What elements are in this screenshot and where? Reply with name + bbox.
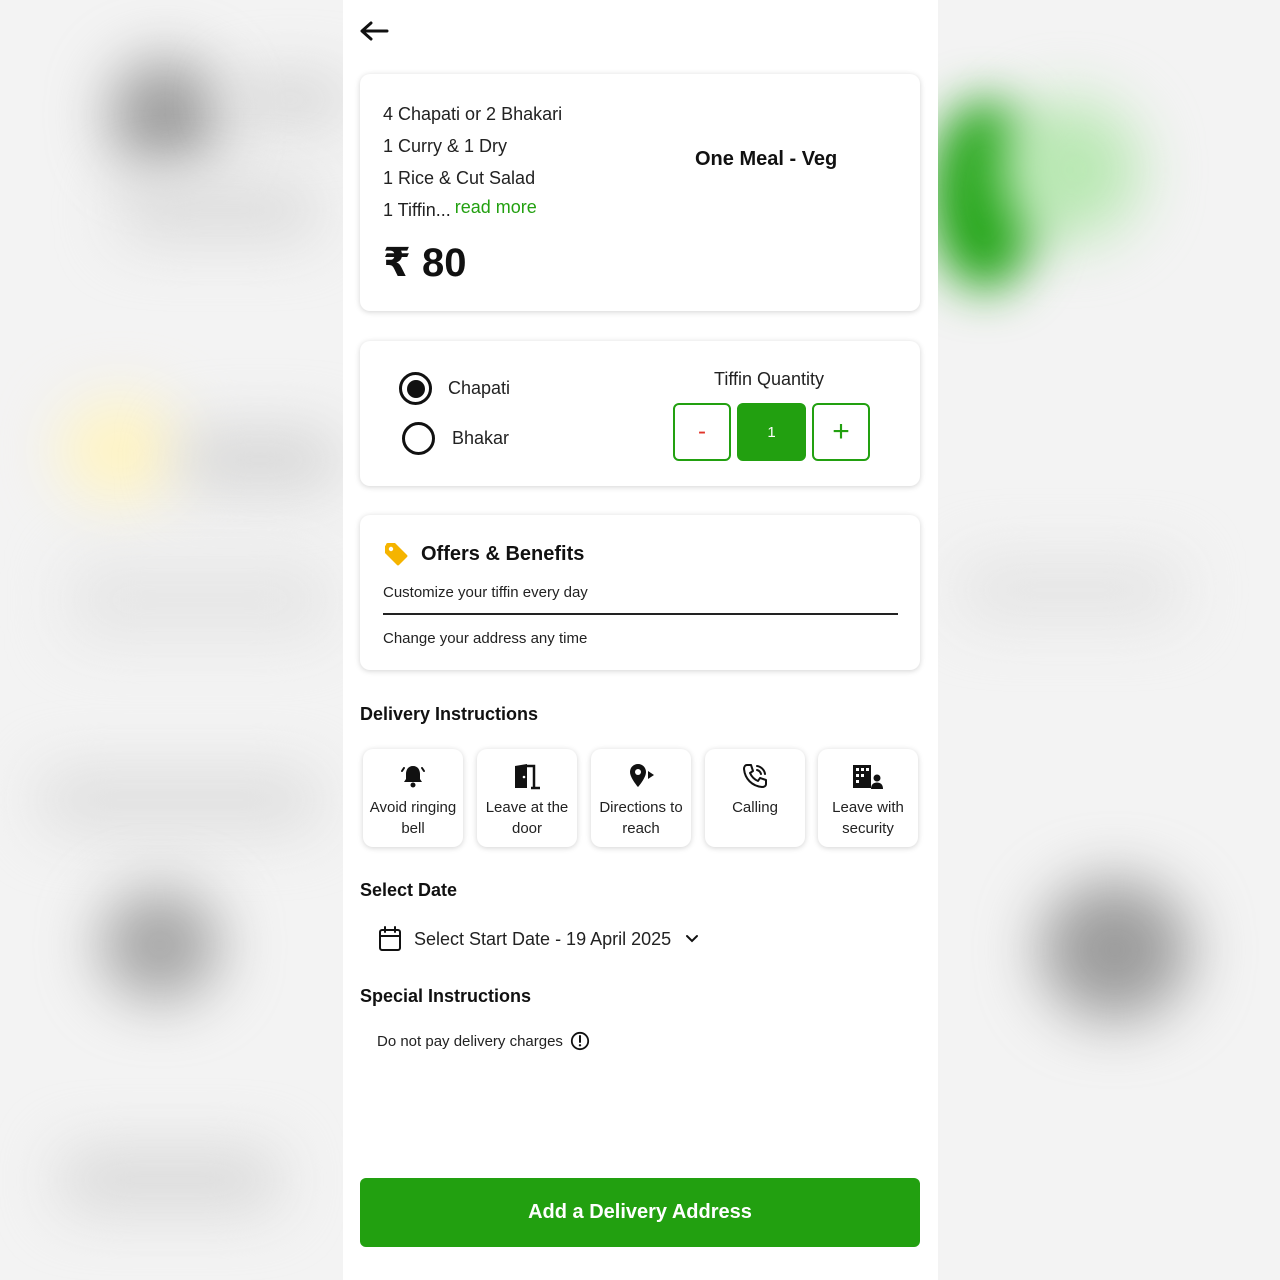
radio-unselected-icon <box>402 422 435 455</box>
delivery-option-leave-door[interactable]: Leave at the door <box>477 749 577 847</box>
delivery-option-label: Leave with security <box>832 799 904 837</box>
tag-icon <box>385 543 408 566</box>
calendar-icon <box>379 926 401 951</box>
read-more-link[interactable]: read more <box>455 197 537 217</box>
bell-icon <box>401 766 425 788</box>
offers-card: Offers & Benefits Customize your tiffin … <box>360 515 920 670</box>
meal-item: 1 Tiffin... <box>383 200 451 220</box>
quantity-increase-button[interactable]: + <box>812 403 870 461</box>
delivery-option-label: Directions to reach <box>599 799 683 837</box>
arrow-left-icon <box>360 21 389 41</box>
directions-icon <box>630 764 654 787</box>
add-delivery-address-button[interactable]: Add a Delivery Address <box>360 1178 920 1247</box>
divider <box>383 613 898 615</box>
delivery-instructions-title: Delivery Instructions <box>360 704 539 724</box>
special-instruction-text: Do not pay delivery charges <box>377 1032 563 1050</box>
delivery-option-avoid-bell[interactable]: Avoid ringing bell <box>363 749 463 847</box>
select-date-title: Select Date <box>360 880 458 900</box>
radio-label: Chapati <box>448 378 511 398</box>
delivery-option-label: Avoid ringing bell <box>369 799 457 837</box>
offers-header: Offers & Benefits <box>383 541 584 567</box>
meal-item: 1 Curry & 1 Dry <box>383 136 508 156</box>
special-instruction: Do not pay delivery charges <box>377 1031 590 1051</box>
offers-title: Offers & Benefits <box>421 542 585 565</box>
radio-selected-icon <box>399 372 432 405</box>
radio-label: Bhakar <box>452 428 510 448</box>
start-date-dropdown[interactable]: Select Start Date - 19 April 2025 <box>378 926 699 952</box>
chevron-down-icon <box>686 935 699 943</box>
offer-line: Change your address any time <box>383 630 588 647</box>
quantity-value: 1 <box>737 403 806 461</box>
radio-chapati[interactable]: Chapati <box>399 372 510 405</box>
offer-line: Customize your tiffin every day <box>383 584 588 601</box>
special-instructions-title: Special Instructions <box>360 986 532 1006</box>
delivery-option-security[interactable]: Leave with security <box>818 749 918 847</box>
quantity-title: Tiffin Quantity <box>714 369 825 389</box>
door-icon <box>515 764 540 790</box>
meal-title: One Meal - Veg <box>695 148 838 170</box>
app-screen: 4 Chapati or 2 Bhakari 1 Curry & 1 Dry 1… <box>343 0 938 1280</box>
radio-bhakar[interactable]: Bhakar <box>402 422 509 455</box>
back-button[interactable] <box>357 14 391 48</box>
meal-price: ₹ 80 <box>383 241 467 285</box>
delivery-option-calling[interactable]: Calling <box>705 749 805 847</box>
phone-icon <box>743 764 767 788</box>
delivery-option-directions[interactable]: Directions to reach <box>591 749 691 847</box>
quantity-decrease-button[interactable]: - <box>673 403 731 461</box>
meal-item: 4 Chapati or 2 Bhakari <box>383 104 563 124</box>
delivery-option-label: Calling <box>732 799 778 816</box>
options-card: Chapati Bhakar Tiffin Quantity - 1 + <box>360 341 920 486</box>
meal-item-last: 1 Tiffin... read more <box>383 194 562 226</box>
meal-items: 4 Chapati or 2 Bhakari 1 Curry & 1 Dry 1… <box>383 98 562 226</box>
meal-item: 1 Rice & Cut Salad <box>383 168 536 188</box>
delivery-option-label: Leave at the door <box>485 799 569 837</box>
security-icon <box>853 765 883 789</box>
meal-card: 4 Chapati or 2 Bhakari 1 Curry & 1 Dry 1… <box>360 74 920 311</box>
info-icon[interactable] <box>570 1031 590 1051</box>
start-date-label: Select Start Date - 19 April 2025 <box>414 928 672 949</box>
